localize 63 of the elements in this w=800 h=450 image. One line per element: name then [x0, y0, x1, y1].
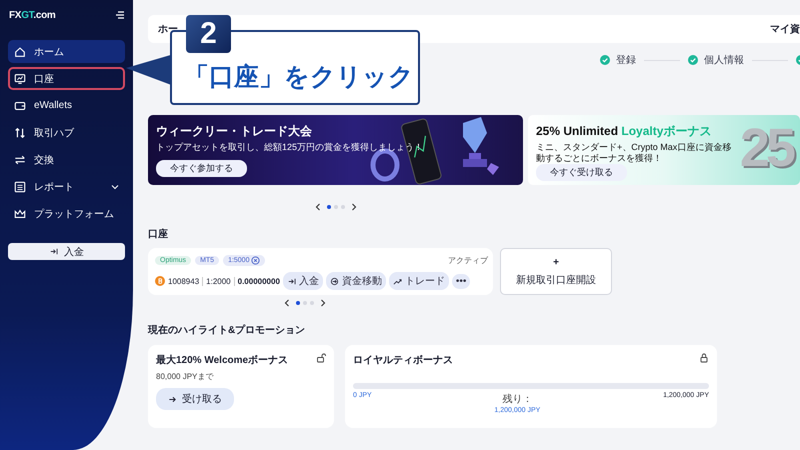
sidebar-item[interactable]: 口座 [8, 67, 125, 90]
promo-banner[interactable]: ウィークリー・トレード大会 トップアセットを取引し、総額125万円の賞金を獲得しましょう！ 今すぐ参加する [148, 115, 523, 185]
chevron-right-icon[interactable] [320, 299, 326, 307]
pager-dot[interactable] [326, 205, 330, 209]
menu-icon[interactable] [115, 10, 125, 20]
banner-title: ウィークリー・トレード大会 [156, 123, 313, 140]
step-label: 登録 [616, 54, 636, 67]
chevron-right-icon[interactable] [350, 203, 356, 211]
lock-icon [699, 353, 709, 363]
banner-subtitle: ミニ、スタンダード+、Crypto Max口座に資金移動するごとにボーナスを獲得！ [536, 142, 732, 164]
arrow-into-bar-icon [286, 276, 296, 286]
promo-subtitle: 80,000 JPYまで [156, 371, 214, 382]
header-link[interactable]: マイ資 [770, 22, 800, 36]
section-heading: 口座 [148, 227, 169, 241]
sidebar-item[interactable]: レポート [8, 175, 125, 198]
chevron-icon[interactable] [111, 182, 119, 190]
deposit-button[interactable]: 入金 [8, 243, 125, 260]
nav-icon [14, 72, 26, 84]
banner-button[interactable]: 今すぐ受け取る [536, 164, 627, 181]
close-circle-icon[interactable] [251, 256, 260, 264]
nav-icon [14, 126, 26, 138]
account-action-button[interactable]: 入金 [282, 272, 323, 290]
sidebar-item[interactable]: 交換 [8, 148, 125, 171]
arrow-right-icon [168, 394, 177, 404]
more-button[interactable]: ••• [452, 274, 470, 288]
graphic-number: 25 [740, 121, 792, 175]
banner-title: 25% Unlimited Loyaltyボーナス [536, 123, 712, 140]
new-account-button[interactable]: + 新規取引口座開設 [500, 248, 612, 295]
claim-button[interactable]: 受け取る [156, 388, 234, 410]
trend-line-icon [392, 276, 402, 286]
arrow-into-bar-icon [49, 247, 58, 256]
banner-subtitle: トップアセットを取引し、総額125万円の賞金を獲得しましょう！ [156, 142, 424, 153]
unlock-icon [316, 353, 326, 363]
nav-icon [14, 208, 26, 220]
banner-button[interactable]: 今すぐ参加する [156, 160, 247, 177]
account-status: アクティブ [448, 254, 488, 266]
promo-title: ロイヤルティボーナス [353, 354, 454, 367]
account-action-button[interactable]: トレード [388, 272, 449, 290]
sidebar-item[interactable]: eWallets [8, 94, 125, 117]
sidebar-item[interactable]: プラットフォーム [8, 202, 125, 225]
promo-banner[interactable]: 25% Unlimited Loyaltyボーナス ミニ、スタンダード+、Crypto Max口座に資金移動するごとにボーナスを獲得！ 今すぐ受け取る 25 [528, 115, 800, 185]
nav-icon [14, 154, 26, 166]
section-heading: 現在のハイライト&プロモーション [148, 323, 306, 337]
nav-icon [14, 180, 26, 192]
nav-icon [14, 100, 26, 112]
coin-icon [155, 276, 165, 286]
circle-arrow-icon [330, 276, 339, 286]
pager-dot[interactable] [296, 301, 300, 305]
logo[interactable]: FXGT.com [9, 10, 56, 20]
account-balance: 0.00000000 [238, 276, 280, 286]
chevron-left-icon[interactable] [284, 299, 290, 307]
account-action-button[interactable]: 資金移動 [326, 272, 386, 290]
sidebar-item[interactable]: 取引ハブ [8, 121, 125, 144]
chevron-left-icon[interactable] [314, 203, 320, 211]
step-label: 個人情報 [704, 54, 744, 67]
remaining-label: 残り： [502, 392, 532, 406]
account-leverage: 1:2000 [206, 276, 231, 286]
page-title: ホー [158, 23, 178, 36]
sidebar-item[interactable]: ホーム [8, 40, 125, 63]
promo-title: 最大120% Welcomeボーナス [156, 354, 290, 367]
nav-icon [14, 46, 26, 58]
step-badge: 2 [186, 15, 231, 53]
account-number: 1008943 [168, 276, 200, 286]
